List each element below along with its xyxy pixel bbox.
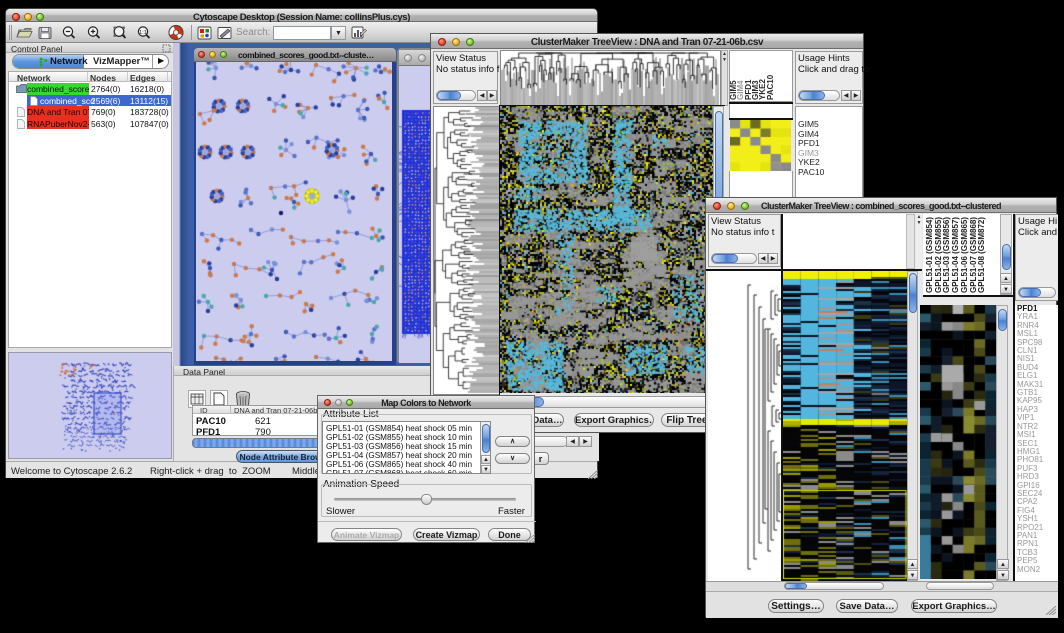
svg-text:1:1: 1:1 — [139, 30, 147, 36]
